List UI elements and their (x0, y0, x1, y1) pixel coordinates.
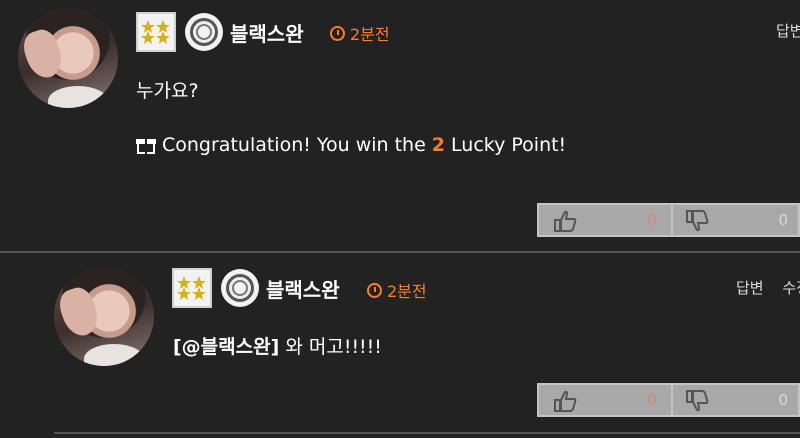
thumbs-up-icon (554, 210, 577, 232)
comment-actions: 답변 (776, 20, 800, 41)
mention[interactable]: [@블랙스완] (173, 336, 279, 358)
vote-bar: 0 0 (537, 383, 800, 417)
thumbs-down-icon (686, 210, 709, 232)
comment-text: [@블랙스완] 와 머고!!!!! (173, 332, 382, 359)
reply-button[interactable]: 답변 (736, 279, 764, 297)
username[interactable]: 블랙스완 (230, 18, 304, 47)
upvote-button[interactable]: 0 (539, 205, 673, 235)
downvote-button[interactable]: 0 (673, 385, 798, 415)
lucky-point-message: Congratulation! You win the 2 Lucky Poin… (136, 134, 566, 156)
clock-icon (330, 25, 345, 41)
comment-body: 와 머고!!!!! (285, 336, 382, 358)
lucky-prefix: Congratulation! You win the (162, 134, 426, 156)
downvote-count: 0 (778, 211, 788, 229)
thumbs-down-icon (686, 390, 709, 412)
downvote-count: 0 (778, 391, 788, 409)
comment-actions: 답변 수정 (736, 277, 800, 298)
rank-badge-icon (136, 12, 176, 52)
downvote-button[interactable]: 0 (673, 205, 798, 235)
rank-badge-icon (172, 268, 212, 308)
upvote-button[interactable]: 0 (539, 385, 673, 415)
level-badge-icon (221, 269, 259, 307)
divider (0, 251, 800, 253)
gift-icon (136, 136, 156, 154)
username[interactable]: 블랙스완 (266, 274, 340, 303)
edit-button[interactable]: 수정 (782, 279, 800, 297)
upvote-count: 0 (647, 391, 657, 409)
avatar[interactable] (54, 266, 154, 366)
avatar[interactable] (18, 8, 118, 108)
comment-text: 누가요? (136, 80, 199, 102)
lucky-suffix: Lucky Point! (451, 134, 567, 156)
timestamp: 2분전 (330, 21, 390, 45)
timestamp: 2분전 (367, 278, 427, 302)
time-text: 2분전 (350, 25, 390, 44)
reply-button[interactable]: 답변 (776, 22, 800, 40)
vote-bar: 0 0 (537, 203, 800, 237)
thumbs-up-icon (554, 390, 577, 412)
level-badge-icon (185, 13, 223, 51)
time-text: 2분전 (387, 282, 427, 301)
clock-icon (367, 282, 382, 298)
upvote-count: 0 (647, 211, 657, 229)
divider (54, 432, 800, 434)
lucky-points: 2 (431, 134, 446, 156)
